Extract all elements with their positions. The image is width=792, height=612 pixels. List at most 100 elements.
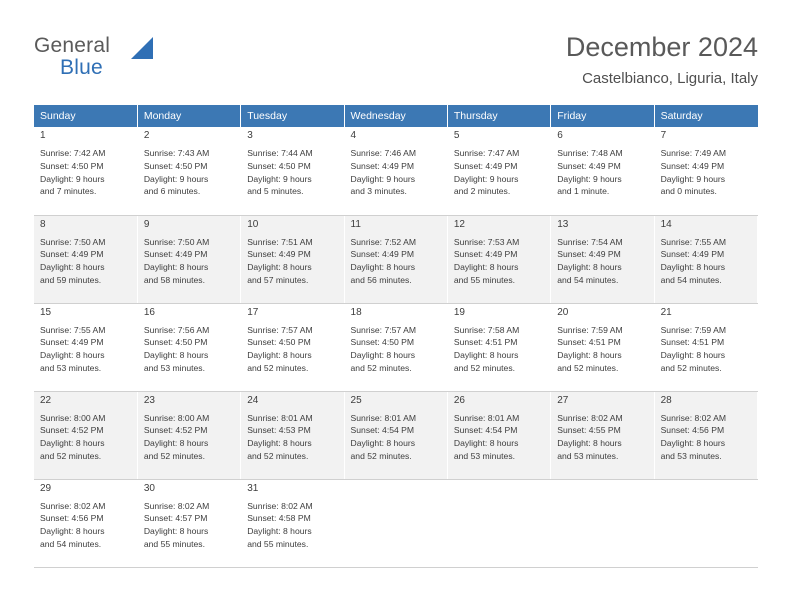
day-number: 8: [40, 218, 46, 230]
day-number: 19: [453, 306, 465, 318]
day-daylight2-text: and 52 minutes.: [660, 362, 722, 373]
day-daylight2-text: and 59 minutes.: [40, 274, 102, 285]
day-daylight1-text: Daylight: 9 hours: [40, 173, 105, 184]
day-daylight2-text: and 57 minutes.: [247, 274, 309, 285]
calendar-day-cell: 24 Sunrise: 8:01 AM Sunset: 4:53 PM Dayligh…: [240, 391, 345, 480]
day-number: 29: [40, 482, 52, 494]
day-daylight2-text: and 53 minutes.: [40, 362, 102, 373]
day-daylight1-text: Daylight: 8 hours: [143, 350, 209, 361]
day-sunset-text: Sunset: 4:56 PM: [660, 425, 725, 436]
day-sunrise-text: Sunrise: 7:50 AM: [143, 236, 210, 247]
day-daylight1-text: Daylight: 9 hours: [350, 173, 416, 184]
day-number: 28: [660, 394, 672, 406]
day-daylight2-text: and 52 minutes.: [143, 450, 205, 461]
day-daylight1-text: Daylight: 9 hours: [143, 173, 209, 184]
day-sunrise-text: Sunrise: 7:59 AM: [557, 324, 623, 335]
day-number: 7: [660, 130, 667, 141]
day-info: Sunrise: 7:50 AM Sunset: 4:49 PM Daylight:…: [144, 236, 234, 287]
day-sunrise-text: Sunrise: 8:00 AM: [40, 412, 106, 423]
day-sunset-text: Sunset: 4:49 PM: [453, 249, 518, 260]
day-daylight2-text: and 52 minutes.: [247, 362, 309, 373]
day-daylight1-text: Daylight: 8 hours: [40, 438, 105, 449]
day-info: Sunrise: 8:02 AM Sunset: 4:56 PM Daylight:…: [40, 500, 131, 551]
day-number: 20: [557, 306, 569, 318]
day-daylight1-text: Daylight: 8 hours: [143, 438, 209, 449]
day-sunrise-text: Sunrise: 8:02 AM: [40, 500, 106, 511]
day-daylight1-text: Daylight: 8 hours: [453, 262, 519, 273]
day-daylight1-text: Daylight: 8 hours: [660, 262, 726, 273]
day-number: 3: [247, 130, 253, 141]
day-sunset-text: Sunset: 4:57 PM: [143, 513, 208, 524]
day-sunset-text: Sunset: 4:49 PM: [40, 249, 104, 260]
logo-text-blue: Blue: [60, 56, 103, 79]
day-daylight1-text: Daylight: 9 hours: [247, 173, 312, 184]
calendar-day-cell: 9 Sunrise: 7:50 AM Sunset: 4:49 PM Daylight…: [137, 215, 242, 304]
day-daylight2-text: and 52 minutes.: [557, 362, 619, 373]
day-number: 12: [453, 218, 465, 230]
day-number: 18: [350, 306, 362, 318]
day-sunrise-text: Sunrise: 7:46 AM: [350, 148, 416, 158]
day-daylight1-text: Daylight: 8 hours: [40, 350, 105, 361]
day-daylight2-text: and 54 minutes.: [40, 538, 102, 549]
day-info: Sunrise: 7:57 AM Sunset: 4:50 PM Daylight:…: [247, 324, 337, 375]
day-daylight2-text: and 0 minutes.: [660, 186, 717, 197]
calendar-day-cell: 31 Sunrise: 8:02 AM Sunset: 4:58 PM Dayligh…: [240, 479, 345, 568]
day-number: 1: [40, 130, 46, 141]
day-sunset-text: Sunset: 4:51 PM: [660, 337, 725, 348]
day-info: Sunrise: 7:59 AM Sunset: 4:51 PM Daylight:…: [557, 324, 647, 375]
day-sunrise-text: Sunrise: 7:48 AM: [557, 148, 623, 158]
day-number: 5: [453, 130, 460, 141]
calendar-day-cell: 11 Sunrise: 7:52 AM Sunset: 4:49 PM Dayligh…: [344, 215, 448, 304]
day-sunrise-text: Sunrise: 7:43 AM: [143, 148, 210, 158]
day-daylight1-text: Daylight: 8 hours: [453, 350, 519, 361]
day-info: Sunrise: 7:58 AM Sunset: 4:51 PM Daylight:…: [454, 324, 544, 375]
weekday-header-monday: Monday: [137, 105, 242, 127]
calendar-day-cell: 28 Sunrise: 8:02 AM Sunset: 4:56 PM Dayligh…: [654, 391, 759, 480]
day-daylight2-text: and 52 minutes.: [247, 450, 309, 461]
day-sunset-text: Sunset: 4:56 PM: [40, 513, 104, 524]
day-daylight2-text: and 7 minutes.: [40, 186, 97, 197]
day-sunrise-text: Sunrise: 7:53 AM: [453, 236, 520, 247]
calendar-week-row: 8 Sunrise: 7:50 AM Sunset: 4:49 PM Daylight…: [34, 215, 759, 304]
day-info: Sunrise: 7:57 AM Sunset: 4:50 PM Daylight:…: [351, 324, 441, 375]
calendar-week-row: 15 Sunrise: 7:55 AM Sunset: 4:49 PM Dayligh…: [34, 303, 759, 392]
day-sunrise-text: Sunrise: 8:02 AM: [557, 412, 623, 423]
day-number: 23: [143, 394, 155, 406]
day-sunrise-text: Sunrise: 7:50 AM: [40, 236, 106, 247]
calendar-day-cell: 21 Sunrise: 7:59 AM Sunset: 4:51 PM Dayligh…: [654, 303, 759, 392]
day-daylight2-text: and 2 minutes.: [453, 186, 511, 197]
day-sunset-text: Sunset: 4:52 PM: [143, 425, 208, 436]
day-sunset-text: Sunset: 4:49 PM: [40, 337, 104, 348]
calendar-day-cell: 12 Sunrise: 7:53 AM Sunset: 4:49 PM Dayligh…: [447, 215, 552, 304]
day-info: Sunrise: 8:02 AM Sunset: 4:57 PM Daylight:…: [144, 500, 234, 551]
calendar-day-cell: 20 Sunrise: 7:59 AM Sunset: 4:51 PM Dayligh…: [550, 303, 655, 392]
day-daylight2-text: and 52 minutes.: [453, 362, 516, 373]
day-sunrise-text: Sunrise: 8:00 AM: [143, 412, 210, 423]
day-sunset-text: Sunset: 4:49 PM: [660, 160, 725, 171]
day-sunrise-text: Sunrise: 7:56 AM: [143, 324, 210, 335]
day-sunrise-text: Sunrise: 7:44 AM: [247, 148, 313, 158]
calendar-day-cell: 5 Sunrise: 7:47 AM Sunset: 4:49 PM Daylight…: [447, 127, 552, 216]
day-daylight1-text: Daylight: 8 hours: [660, 438, 726, 449]
day-sunset-text: Sunset: 4:50 PM: [247, 160, 311, 171]
day-number: 6: [557, 130, 563, 141]
weekday-header-saturday: Saturday: [654, 105, 758, 127]
weekday-header-wednesday: Wednesday: [344, 105, 448, 127]
calendar-week-row: 1 Sunrise: 7:42 AM Sunset: 4:50 PM Daylight…: [34, 127, 759, 216]
day-info: Sunrise: 7:48 AM Sunset: 4:49 PM Daylight:…: [557, 147, 647, 198]
day-sunrise-text: Sunrise: 7:57 AM: [350, 324, 416, 335]
day-daylight2-text: and 54 minutes.: [557, 274, 619, 285]
calendar-day-cell: 19 Sunrise: 7:58 AM Sunset: 4:51 PM Dayligh…: [447, 303, 552, 392]
day-sunrise-text: Sunrise: 7:59 AM: [660, 324, 727, 335]
day-daylight2-text: and 55 minutes.: [143, 538, 205, 549]
day-sunrise-text: Sunrise: 7:55 AM: [40, 324, 106, 335]
calendar-day-cell: 3 Sunrise: 7:44 AM Sunset: 4:50 PM Daylight…: [240, 127, 345, 216]
day-daylight2-text: and 53 minutes.: [660, 450, 722, 461]
day-daylight1-text: Daylight: 8 hours: [453, 438, 519, 449]
day-sunrise-text: Sunrise: 7:58 AM: [453, 324, 520, 335]
day-sunrise-text: Sunrise: 8:01 AM: [350, 412, 416, 423]
day-sunset-text: Sunset: 4:53 PM: [247, 425, 311, 436]
page-title: December 2024: [565, 32, 758, 62]
day-sunset-text: Sunset: 4:54 PM: [350, 425, 415, 436]
day-sunset-text: Sunset: 4:51 PM: [557, 337, 621, 348]
